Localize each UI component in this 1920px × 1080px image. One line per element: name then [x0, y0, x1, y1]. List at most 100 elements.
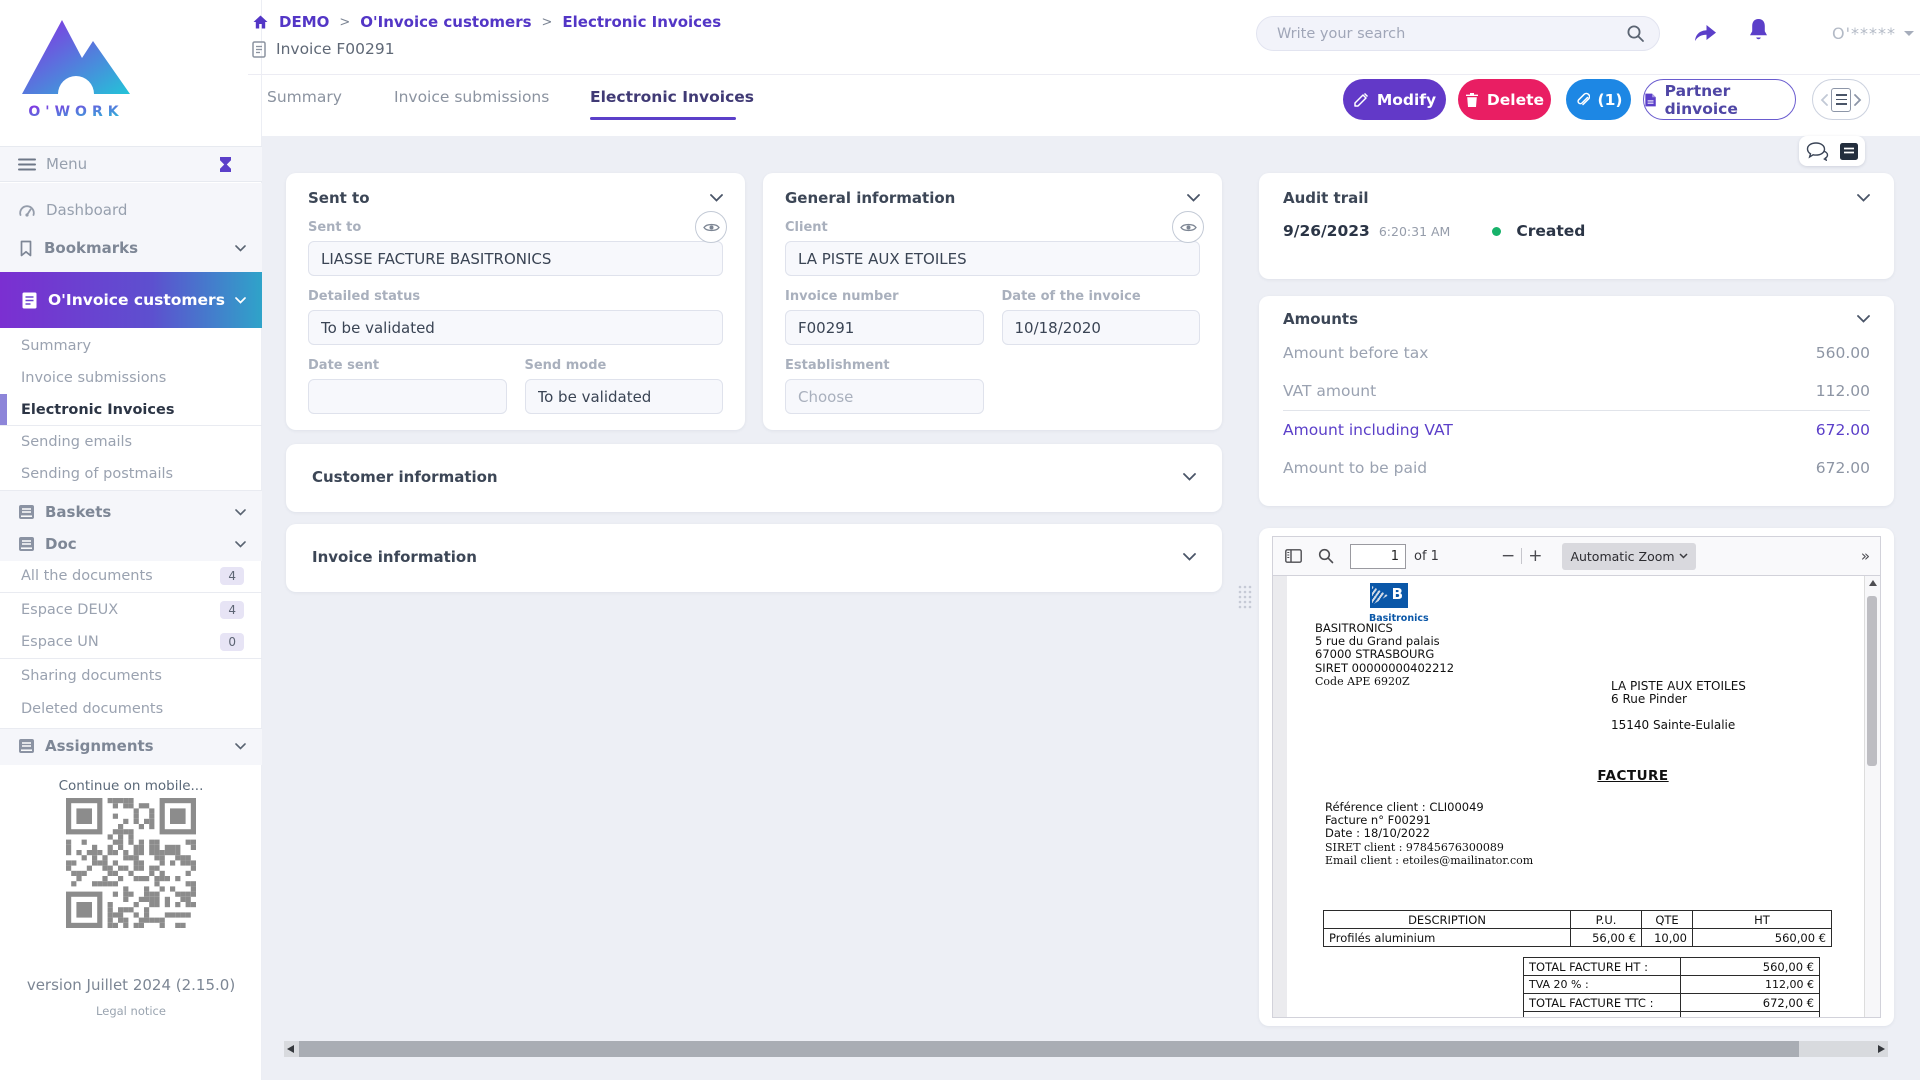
sidebar-subitem-invoice-submissions[interactable]: Invoice submissions	[0, 362, 262, 394]
sent-to-header[interactable]: Sent to	[308, 189, 723, 207]
sidebar-item-assignments[interactable]: Assignments	[0, 728, 262, 764]
tab-electronic-invoices[interactable]: Electronic Invoices	[590, 88, 754, 106]
pdf-page-count: of 1	[1414, 549, 1439, 564]
pdf-more-tools-icon[interactable]: »	[1861, 547, 1870, 565]
chevron-down-icon[interactable]	[1183, 553, 1196, 561]
audit-time: 6:20:31 AM	[1379, 224, 1451, 239]
chevron-down-icon[interactable]	[1857, 315, 1870, 323]
customer-info-header[interactable]: Customer information	[312, 468, 1196, 486]
invoice-date-input[interactable]	[1002, 310, 1201, 345]
amount-row: Amount to be paid672.00	[1283, 449, 1870, 487]
eye-icon[interactable]	[1172, 211, 1204, 243]
amounts-header[interactable]: Amounts	[1283, 310, 1870, 328]
eye-icon[interactable]	[695, 211, 727, 243]
chevron-down-icon	[235, 509, 246, 516]
sidebar-subitem-sending-postmails[interactable]: Sending of postmails	[0, 458, 262, 490]
hamburger-icon	[18, 158, 36, 171]
general-info-header[interactable]: General information	[785, 189, 1200, 207]
pdf-page-input[interactable]	[1350, 544, 1406, 569]
pdf-toolbar: of 1 − + Automatic Zoom »	[1272, 536, 1881, 576]
invoice-document-icon	[21, 291, 38, 310]
pdf-vertical-scrollbar[interactable]	[1864, 576, 1880, 1017]
sent-to-input[interactable]	[308, 241, 723, 276]
record-pager	[1812, 79, 1870, 120]
chevron-down-icon[interactable]	[1857, 194, 1870, 202]
field-label: Client	[785, 220, 1200, 235]
sidebar-item-oinvoice-customers[interactable]: O'Invoice customers	[0, 272, 262, 328]
invoice-doc-title: FACTURE	[1528, 770, 1738, 783]
pdf-find-icon[interactable]	[1318, 548, 1334, 564]
sidebar-item-bookmarks[interactable]: Bookmarks	[0, 230, 262, 266]
invoice-number-input[interactable]	[785, 310, 984, 345]
sidebar-subitem-deleted-documents[interactable]: Deleted documents	[0, 692, 262, 725]
breadcrumb-oinvoice-customers[interactable]: O'Invoice customers	[360, 13, 531, 31]
user-menu[interactable]: O'*****	[1832, 24, 1914, 43]
audit-trail-header[interactable]: Audit trail	[1283, 189, 1870, 207]
resize-handle[interactable]	[1237, 584, 1253, 610]
partner-invoice-button[interactable]: Partner dinvoice	[1643, 79, 1796, 120]
scrollbar-thumb[interactable]	[299, 1041, 1799, 1057]
legal-notice-link[interactable]: Legal notice	[0, 1004, 262, 1018]
record-list-icon[interactable]	[1831, 88, 1851, 112]
date-sent-input[interactable]	[308, 379, 507, 414]
chevron-down-icon[interactable]	[1187, 194, 1200, 202]
audit-entry: 9/26/2023 6:20:31 AM Created	[1283, 222, 1870, 240]
pdf-zoom-select[interactable]: Automatic Zoom	[1562, 543, 1696, 570]
scroll-right-arrow[interactable]	[1878, 1045, 1885, 1053]
sidebar-subitem-espace-deux[interactable]: Espace DEUX 4	[0, 593, 262, 626]
book-icon	[18, 738, 35, 754]
section-title: Audit trail	[1283, 189, 1369, 207]
modify-button[interactable]: Modify	[1343, 79, 1446, 120]
sidebar-subitem-summary[interactable]: Summary	[0, 330, 262, 362]
journal-icon[interactable]	[1839, 142, 1859, 161]
scroll-left-arrow[interactable]	[287, 1045, 294, 1053]
notifications-bell-icon[interactable]	[1746, 17, 1771, 48]
chevron-left-icon[interactable]	[1820, 94, 1828, 106]
sidebar-subitem-espace-un[interactable]: Espace UN 0	[0, 626, 262, 659]
search-icon[interactable]	[1626, 24, 1645, 43]
home-icon[interactable]	[252, 14, 269, 30]
detailed-status-input[interactable]	[308, 310, 723, 345]
share-icon[interactable]	[1692, 19, 1719, 49]
horizontal-scrollbar[interactable]	[284, 1041, 1888, 1057]
attachments-button[interactable]: (1)	[1566, 79, 1631, 120]
zoom-in-button[interactable]: +	[1522, 546, 1548, 566]
tab-summary[interactable]: Summary	[267, 88, 342, 106]
chevron-right-icon[interactable]	[1854, 94, 1862, 106]
invoice-recipient-block: LA PISTE AUX ETOILES 6 Rue Pinder 15140 …	[1611, 680, 1746, 733]
sidebar-item-doc[interactable]: Doc	[0, 528, 262, 560]
delete-button[interactable]: Delete	[1458, 79, 1551, 120]
chevron-down-icon	[235, 541, 246, 548]
sidebar: O'WORK Menu Dashboard Bookmarks	[0, 0, 262, 1080]
sidebar-subitem-electronic-invoices[interactable]: Electronic Invoices	[0, 394, 262, 426]
tab-invoice-submissions[interactable]: Invoice submissions	[394, 88, 549, 106]
invoice-info-header[interactable]: Invoice information	[312, 548, 1196, 566]
scroll-up-arrow[interactable]	[1869, 580, 1877, 586]
breadcrumb-separator: >	[339, 15, 350, 30]
send-mode-input[interactable]	[525, 379, 724, 414]
establishment-select[interactable]	[785, 379, 984, 414]
sidebar-menu-toggle[interactable]: Menu	[0, 146, 262, 182]
sidebar-subitem-all-documents[interactable]: All the documents 4	[0, 560, 262, 593]
sidebar-item-dashboard[interactable]: Dashboard	[0, 192, 262, 228]
sidebar-subitem-sending-emails[interactable]: Sending emails	[0, 426, 262, 458]
app-logo: O'WORK	[14, 6, 146, 124]
sidebar-item-baskets[interactable]: Baskets	[0, 496, 262, 528]
svg-text:O'WORK: O'WORK	[28, 104, 123, 120]
chevron-down-icon[interactable]	[710, 194, 723, 202]
continue-mobile-label: Continue on mobile...	[0, 778, 262, 794]
breadcrumb-home[interactable]: DEMO	[279, 13, 329, 31]
chevron-down-icon[interactable]	[1183, 473, 1196, 481]
pdf-content: B Basitronics BASITRONICS 5 rue du Grand…	[1272, 576, 1881, 1018]
hourglass-icon[interactable]	[219, 156, 232, 173]
breadcrumb-electronic-invoices[interactable]: Electronic Invoices	[562, 13, 721, 31]
pdf-sidebar-toggle-icon[interactable]	[1285, 549, 1302, 563]
search-input[interactable]	[1275, 25, 1626, 43]
sidebar-subitem-sharing-documents[interactable]: Sharing documents	[0, 659, 262, 692]
scrollbar-thumb[interactable]	[1867, 596, 1877, 766]
qr-code	[66, 798, 196, 928]
zoom-out-button[interactable]: −	[1495, 546, 1521, 566]
audit-date: 9/26/2023	[1283, 222, 1370, 240]
comments-icon[interactable]	[1806, 142, 1830, 161]
client-input[interactable]	[785, 241, 1200, 276]
